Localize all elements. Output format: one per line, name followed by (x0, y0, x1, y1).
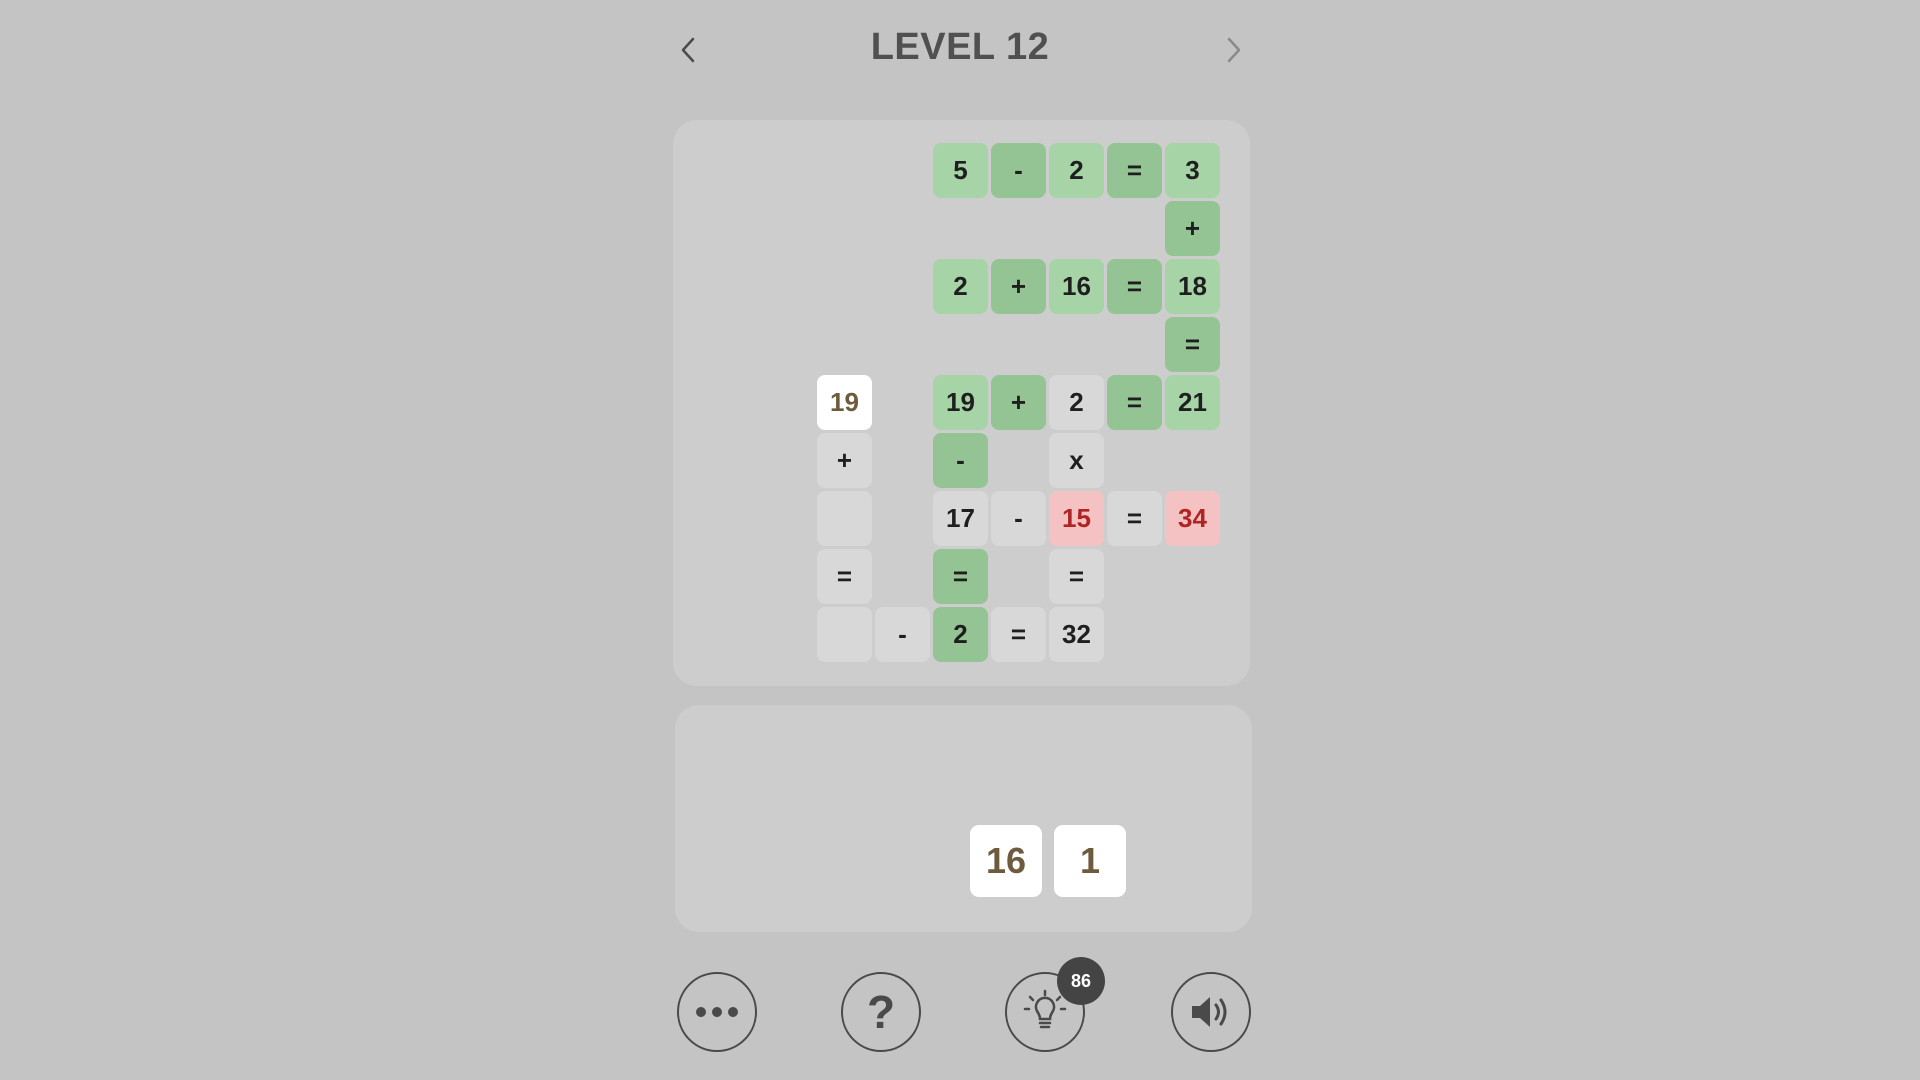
cell-number: 19 (933, 375, 988, 430)
number-tile[interactable]: 16 (970, 825, 1042, 897)
question-mark-icon: ? (866, 986, 896, 1038)
cell-number: 2 (933, 259, 988, 314)
cell-operator: = (817, 549, 872, 604)
placed-tile[interactable]: 19 (817, 375, 872, 430)
cell-operator: = (1107, 491, 1162, 546)
level-title: LEVEL 12 (870, 26, 1050, 68)
cell-operator: = (1049, 549, 1104, 604)
tile-tray: 16 1 (675, 705, 1252, 932)
help-button[interactable]: ? (841, 972, 921, 1052)
cell-operator: + (991, 259, 1046, 314)
cell-number-wrong: 15 (1049, 491, 1104, 546)
empty-slot[interactable] (817, 607, 872, 662)
cell-number: 16 (1049, 259, 1104, 314)
cell-operator: + (1165, 201, 1220, 256)
cell-number: 17 (933, 491, 988, 546)
cell-operator: - (933, 433, 988, 488)
cell-operator: = (1165, 317, 1220, 372)
cell-operator: + (991, 375, 1046, 430)
cell-number: 2 (933, 607, 988, 662)
cell-number-wrong: 34 (1165, 491, 1220, 546)
game-screen: LEVEL 12 5-2 = 3 +2 +16 = 18 = 19 19 +2 = 21 + - x 17-15… (0, 0, 1920, 1080)
cell-operator: = (1107, 259, 1162, 314)
number-tile[interactable]: 1 (1054, 825, 1126, 897)
cell-number: 3 (1165, 143, 1220, 198)
cell-number: 2 (1049, 143, 1104, 198)
cell-number: 21 (1165, 375, 1220, 430)
cell-operator: = (991, 607, 1046, 662)
hint-count-badge: 86 (1057, 957, 1105, 1005)
cell-number: 18 (1165, 259, 1220, 314)
cell-operator: + (817, 433, 872, 488)
cell-operator: = (1107, 143, 1162, 198)
cell-number: 5 (933, 143, 988, 198)
more-dots-icon (696, 1007, 738, 1017)
puzzle-board: 5-2 = 3 +2 +16 = 18 = 19 19 +2 = 21 + - x 17-15 = 34 = = = -2 =… (673, 120, 1250, 686)
empty-slot[interactable] (817, 491, 872, 546)
menu-button[interactable] (677, 972, 757, 1052)
cell-number: 2 (1049, 375, 1104, 430)
speaker-icon (1192, 997, 1227, 1027)
chevron-left-icon[interactable] (673, 33, 703, 67)
board-grid: 5-2 = 3 +2 +16 = 18 = 19 19 +2 = 21 + - x 17-15 = 34 = = = -2 =… (673, 120, 1250, 686)
cell-operator: x (1049, 433, 1104, 488)
cell-operator: - (875, 607, 930, 662)
cell-operator: = (1107, 375, 1162, 430)
chevron-right-icon[interactable] (1219, 33, 1249, 67)
cell-operator: - (991, 143, 1046, 198)
cell-operator: - (991, 491, 1046, 546)
sound-button[interactable] (1171, 972, 1251, 1052)
cell-number: 32 (1049, 607, 1104, 662)
cell-operator: = (933, 549, 988, 604)
